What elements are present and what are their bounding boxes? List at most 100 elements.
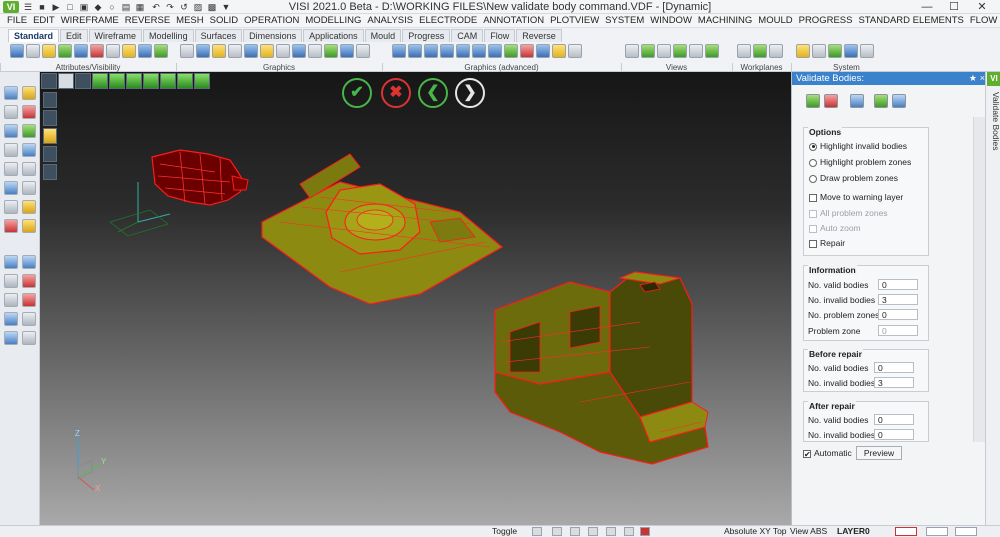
tab-wireframe[interactable]: Wireframe	[88, 29, 143, 42]
menu-operation[interactable]: OPERATION	[241, 14, 302, 28]
cube-left-icon[interactable]	[488, 44, 502, 58]
solid-cube-icon[interactable]	[194, 73, 210, 89]
tab-applications[interactable]: Applications	[303, 29, 364, 42]
pin-icon[interactable]: ★	[969, 72, 977, 85]
line-style-swatch[interactable]	[895, 527, 917, 536]
close-button[interactable]: ✕	[970, 0, 994, 14]
refresh-icon[interactable]	[850, 94, 864, 108]
ruler-icon[interactable]	[22, 219, 36, 233]
cube-top-icon[interactable]	[424, 44, 438, 58]
offset-icon[interactable]	[22, 200, 36, 214]
workplane-3pt-icon[interactable]	[753, 44, 767, 58]
filter-icon[interactable]	[106, 44, 120, 58]
clip-icon[interactable]	[356, 44, 370, 58]
zoom-all-icon[interactable]	[641, 44, 655, 58]
hidden-line-icon[interactable]	[228, 44, 242, 58]
minimize-button[interactable]: —	[915, 0, 939, 14]
rotate-icon[interactable]	[4, 162, 18, 176]
check-icon[interactable]	[22, 124, 36, 138]
front-cube-icon[interactable]	[126, 73, 142, 89]
cube-back-icon[interactable]	[456, 44, 470, 58]
transform-icon[interactable]	[4, 124, 18, 138]
red-sphere-icon[interactable]	[520, 44, 534, 58]
tab-cam[interactable]: CAM	[451, 29, 484, 42]
layer-icon[interactable]	[10, 44, 24, 58]
3d-viewport[interactable]: Z Y X	[40, 72, 791, 525]
menu-system[interactable]: SYSTEM	[602, 14, 647, 28]
menu-icon[interactable]	[41, 73, 57, 89]
menu-edit[interactable]: EDIT	[30, 14, 58, 28]
cube-iso-icon[interactable]	[392, 44, 406, 58]
green-sphere-icon[interactable]	[504, 44, 518, 58]
swap-icon[interactable]	[74, 44, 88, 58]
menu-standard-elements[interactable]: STANDARD ELEMENTS	[855, 14, 966, 28]
pen-swatch[interactable]	[955, 527, 977, 536]
pan-icon[interactable]	[673, 44, 687, 58]
invalid-body-wireframe-small[interactable]	[151, 149, 249, 206]
info-valid-bodies-field[interactable]: 0	[878, 279, 918, 290]
select-icon[interactable]	[122, 44, 136, 58]
blue-sphere-icon[interactable]	[536, 44, 550, 58]
stretch-icon[interactable]	[22, 181, 36, 195]
tab-modelling[interactable]: Modelling	[143, 29, 194, 42]
after-invalid-bodies-field[interactable]: 0	[874, 429, 914, 440]
tab-reverse[interactable]: Reverse	[516, 29, 562, 42]
info-problem-zones-field[interactable]: 0	[878, 309, 918, 320]
check-repair[interactable]: Repair	[809, 238, 845, 249]
cube-bottom-icon[interactable]	[472, 44, 486, 58]
view-abs[interactable]: View ABS	[790, 526, 827, 537]
ok-button[interactable]: ✔	[342, 78, 372, 108]
mirror-icon[interactable]	[22, 143, 36, 157]
menu-reverse[interactable]: REVERSE	[122, 14, 173, 28]
radio-icon[interactable]	[809, 142, 817, 151]
yellow-sphere-icon[interactable]	[552, 44, 566, 58]
tab-progress[interactable]: Progress	[402, 29, 451, 42]
tab-standard[interactable]: Standard	[8, 29, 60, 42]
checkbox[interactable]	[809, 224, 817, 233]
import-icon[interactable]	[874, 94, 888, 108]
before-valid-bodies-field[interactable]: 0	[874, 362, 914, 373]
radio-highlight-invalid-bodies[interactable]: Highlight invalid bodies	[809, 141, 907, 152]
section-icon[interactable]	[276, 44, 290, 58]
cursor-icon[interactable]	[4, 86, 18, 100]
hidden-cube-icon[interactable]	[109, 73, 125, 89]
cancel-button[interactable]: ✖	[381, 78, 411, 108]
cube-front-icon[interactable]	[408, 44, 422, 58]
abort-icon[interactable]	[824, 94, 838, 108]
snap-icon[interactable]	[552, 527, 562, 536]
fillet-icon[interactable]	[22, 293, 36, 307]
lights-icon[interactable]	[308, 44, 322, 58]
tab-dimensions[interactable]: Dimensions	[243, 29, 303, 42]
menu-mould[interactable]: MOULD	[755, 14, 795, 28]
show-icon[interactable]	[58, 44, 72, 58]
menu-progress[interactable]: PROGRESS	[796, 14, 856, 28]
check-automatic[interactable]: ✔ Automatic	[803, 448, 852, 459]
cube-side-icon[interactable]	[440, 44, 454, 58]
panel-side-tab[interactable]: VI Validate Bodies	[985, 72, 1000, 525]
save-settings-icon[interactable]	[892, 94, 906, 108]
rotate-icon[interactable]	[689, 44, 703, 58]
menu-modelling[interactable]: MODELLING	[302, 14, 364, 28]
invalid-body-block[interactable]	[494, 271, 709, 465]
menu-mesh[interactable]: MESH	[173, 14, 206, 28]
menu-analysis[interactable]: ANALYSIS	[364, 14, 416, 28]
preview-button[interactable]: Preview	[856, 446, 902, 460]
wire-icon[interactable]	[196, 44, 210, 58]
measure-icon[interactable]	[4, 219, 18, 233]
menu-file[interactable]: FILE	[4, 14, 30, 28]
tab-edit[interactable]: Edit	[60, 29, 88, 42]
triangle-icon[interactable]	[22, 255, 36, 269]
visibility-icon[interactable]	[138, 44, 152, 58]
zoom-window-icon[interactable]	[625, 44, 639, 58]
before-invalid-bodies-field[interactable]: 3	[874, 377, 914, 388]
workplane-icon[interactable]	[737, 44, 751, 58]
cylinder-outline-icon[interactable]	[43, 146, 57, 162]
cylinder-icon[interactable]	[260, 44, 274, 58]
menu-electrode[interactable]: ELECTRODE	[416, 14, 480, 28]
copy-icon[interactable]	[4, 143, 18, 157]
pencil-icon[interactable]	[22, 86, 36, 100]
options-icon[interactable]	[828, 44, 842, 58]
panel-tab-label[interactable]: Validate Bodies	[987, 92, 1000, 152]
panel-scrollbar[interactable]	[973, 117, 985, 442]
radio-icon[interactable]	[809, 158, 817, 167]
